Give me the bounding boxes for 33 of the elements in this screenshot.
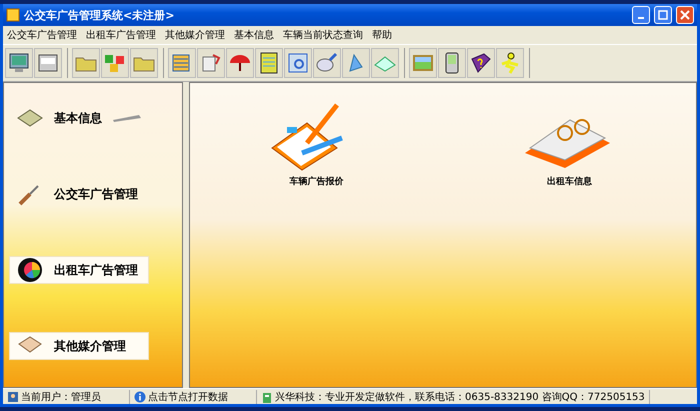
maximize-button[interactable] xyxy=(654,6,672,24)
toolbar-button[interactable] xyxy=(467,48,495,78)
help-book-icon xyxy=(469,51,493,75)
minimize-button[interactable] xyxy=(632,6,650,24)
close-icon xyxy=(680,10,690,20)
nav-item[interactable]: 基本信息 xyxy=(10,105,148,131)
toolbar-button[interactable] xyxy=(438,48,466,78)
close-button[interactable] xyxy=(676,6,694,24)
nav-item[interactable]: 其他媒介管理 xyxy=(10,333,148,359)
nav-item[interactable]: 出租车广告管理 xyxy=(10,257,148,283)
menu-item[interactable]: 车辆当前状态查询 xyxy=(283,28,363,42)
window-title: 公交车广告管理系统<未注册> xyxy=(24,8,176,22)
monitor-icon xyxy=(7,51,31,75)
shortcut-tile[interactable]: 车辆广告报价 xyxy=(266,103,366,188)
nav-item[interactable]: 公交车广告管理 xyxy=(10,181,148,207)
menu-item[interactable]: 出租车广告管理 xyxy=(86,28,156,42)
user-icon xyxy=(7,390,19,402)
status-text: 当前用户：管理员 xyxy=(21,390,101,404)
menu-item[interactable]: 帮助 xyxy=(372,28,392,42)
toolbar-button[interactable] xyxy=(255,48,283,78)
status-text: 兴华科技：专业开发定做软件，联系电话：0635-8332190 咨询QQ：772505153 xyxy=(275,390,645,404)
menu-item[interactable]: 其他媒介管理 xyxy=(165,28,225,42)
app-icon xyxy=(6,8,20,22)
menu-item[interactable]: 公交车广告管理 xyxy=(7,28,77,42)
status-text: 点击节点打开数据 xyxy=(148,390,228,404)
shortcut-tile[interactable]: 出租车信息 xyxy=(520,103,620,188)
search-window-icon xyxy=(286,51,310,75)
info-icon xyxy=(134,390,146,402)
color-wheel-icon xyxy=(16,256,44,284)
maximize-icon xyxy=(658,10,668,20)
toolbar-button[interactable] xyxy=(34,48,62,78)
menu-item[interactable]: 基本信息 xyxy=(234,28,274,42)
toolbar-button[interactable] xyxy=(5,48,33,78)
